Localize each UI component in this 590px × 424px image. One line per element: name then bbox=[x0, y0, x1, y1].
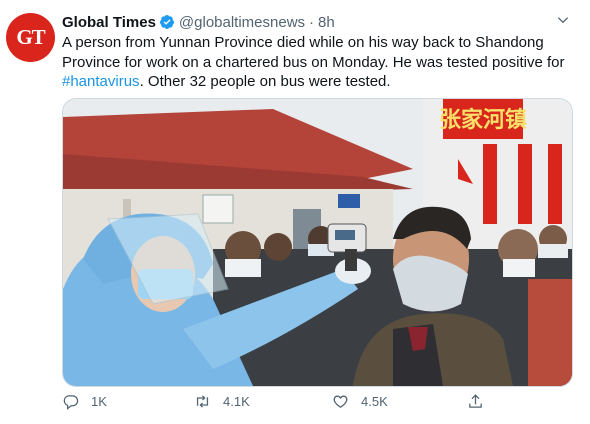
sign-text: 张家河镇 bbox=[439, 107, 527, 133]
timestamp[interactable]: 8h bbox=[318, 14, 335, 31]
chevron-down-icon[interactable] bbox=[556, 13, 570, 27]
reply-count: 1K bbox=[91, 394, 107, 409]
share-icon bbox=[469, 394, 482, 408]
hashtag-link[interactable]: #hantavirus bbox=[62, 73, 140, 90]
like-count: 4.5K bbox=[361, 394, 388, 409]
like-button[interactable]: 4.5K bbox=[332, 393, 388, 410]
reply-icon bbox=[63, 395, 79, 410]
tweet-header: Global Times @globaltimesnews · 8h bbox=[62, 11, 560, 33]
verified-badge-icon bbox=[159, 15, 174, 29]
avatar[interactable]: GT bbox=[6, 13, 55, 62]
tweet-actions: 1K 4.1K 4.5K bbox=[62, 393, 522, 417]
display-name[interactable]: Global Times bbox=[62, 14, 156, 31]
tweet-text-part: A person from Yunnan Province died while… bbox=[62, 34, 565, 71]
like-icon bbox=[333, 395, 348, 408]
retweet-icon bbox=[196, 395, 209, 408]
tweet-photo[interactable]: 张家河镇 bbox=[62, 98, 573, 387]
tweet[interactable]: GT Global Times @globaltimesnews · 8h A … bbox=[0, 0, 590, 424]
reply-button[interactable]: 1K bbox=[62, 393, 107, 410]
retweet-button[interactable]: 4.1K bbox=[194, 393, 250, 410]
tweet-text: A person from Yunnan Province died while… bbox=[62, 33, 574, 92]
retweet-count: 4.1K bbox=[223, 394, 250, 409]
separator-dot: · bbox=[309, 13, 315, 31]
photo-illustration: 张家河镇 bbox=[63, 99, 572, 386]
tweet-text-part: . Other 32 people on bus were tested. bbox=[139, 73, 391, 90]
handle[interactable]: @globaltimesnews bbox=[179, 14, 305, 31]
share-button[interactable] bbox=[467, 393, 496, 410]
